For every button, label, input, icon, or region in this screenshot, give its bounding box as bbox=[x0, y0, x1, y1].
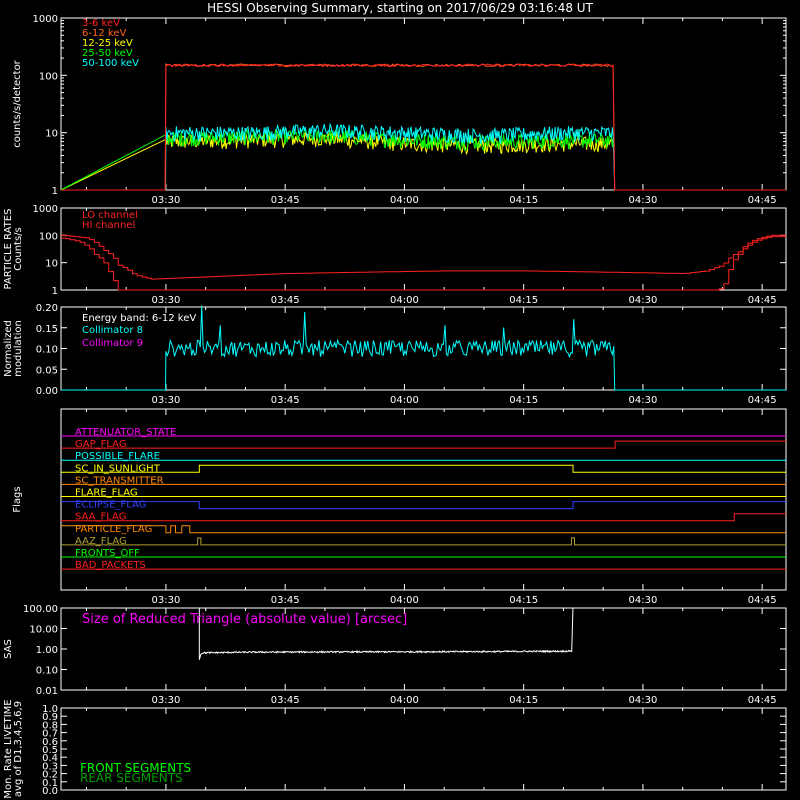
time-tick-label: 03:45 bbox=[271, 295, 300, 306]
y-tick-label: 0.10 bbox=[36, 345, 58, 356]
y-tick-label: 100.00 bbox=[23, 604, 58, 615]
time-tick-label: 03:30 bbox=[152, 595, 181, 606]
y-axis-label-units: avg of D1,3,4,5,6,9 bbox=[13, 701, 24, 797]
time-tick-label: 04:45 bbox=[748, 295, 777, 306]
time-tick-label: 04:45 bbox=[748, 595, 777, 606]
time-tick-label: 04:30 bbox=[628, 395, 657, 406]
legend-entry: Collimator 9 bbox=[82, 338, 143, 349]
y-axis-label: Flags bbox=[12, 486, 23, 512]
chart-title: HESSI Observing Summary, starting on 201… bbox=[207, 1, 593, 15]
flag-label: SAA_FLAG bbox=[75, 512, 126, 523]
y-axis-label: counts/s/detector bbox=[12, 59, 23, 147]
y-tick-label: 10 bbox=[45, 129, 58, 140]
y-tick-label: 0.20 bbox=[36, 303, 58, 314]
time-tick-label: 03:45 bbox=[271, 395, 300, 406]
time-tick-label: 03:30 bbox=[152, 695, 181, 706]
time-tick-label: 04:00 bbox=[390, 695, 419, 706]
time-tick-label: 03:45 bbox=[271, 195, 300, 206]
flag-label: PARTICLE_FLAG bbox=[75, 524, 152, 535]
time-tick-label: 04:30 bbox=[628, 595, 657, 606]
flag-label: FLARE_FLAG bbox=[75, 488, 138, 499]
time-tick-label: 04:15 bbox=[509, 695, 538, 706]
y-tick-label: 100 bbox=[39, 71, 58, 82]
y-axis-label-units: Counts/s bbox=[13, 227, 24, 271]
flag-label: SC_TRANSMITTER bbox=[75, 475, 164, 486]
flag-label: AAZ_FLAG bbox=[75, 536, 127, 547]
y-tick-label: 1.0 bbox=[42, 704, 58, 715]
flag-label: SC_IN_SUNLIGHT bbox=[75, 463, 161, 474]
time-tick-label: 03:30 bbox=[152, 295, 181, 306]
time-tick-label: 04:15 bbox=[509, 595, 538, 606]
time-tick-label: 04:00 bbox=[390, 195, 419, 206]
flag-label: GAP_FLAG bbox=[75, 439, 127, 450]
y-tick-label: 10 bbox=[45, 259, 58, 270]
y-tick-label: 1 bbox=[52, 186, 58, 197]
time-tick-label: 04:15 bbox=[509, 395, 538, 406]
time-tick-label: 03:30 bbox=[152, 195, 181, 206]
y-tick-label: 0.00 bbox=[36, 386, 58, 397]
time-tick-label: 04:00 bbox=[390, 395, 419, 406]
flag-label: ECLIPSE_FLAG bbox=[75, 500, 146, 511]
time-tick-label: 04:45 bbox=[748, 395, 777, 406]
flag-label: BAD_PACKETS bbox=[75, 560, 146, 571]
time-tick-label: 04:00 bbox=[390, 295, 419, 306]
time-tick-label: 03:45 bbox=[271, 595, 300, 606]
y-axis-label-units: modulation bbox=[13, 320, 24, 377]
y-tick-label: 1000 bbox=[33, 204, 58, 215]
time-tick-label: 04:45 bbox=[748, 695, 777, 706]
y-tick-label: 0.01 bbox=[36, 686, 58, 697]
y-axis-label: SAS bbox=[3, 639, 14, 659]
hessi-summary-chart: HESSI Observing Summary, starting on 201… bbox=[0, 0, 800, 800]
legend-entry: HI channel bbox=[82, 220, 135, 231]
legend-entry: 50-100 keV bbox=[82, 58, 139, 69]
y-tick-label: 1000 bbox=[33, 14, 58, 25]
time-tick-label: 04:15 bbox=[509, 195, 538, 206]
time-tick-label: 04:30 bbox=[628, 295, 657, 306]
time-tick-label: 03:45 bbox=[271, 695, 300, 706]
y-tick-label: 0.05 bbox=[36, 365, 58, 376]
flag-label: FRONTS_OFF bbox=[75, 548, 140, 559]
time-tick-label: 04:30 bbox=[628, 695, 657, 706]
time-tick-label: 04:45 bbox=[748, 195, 777, 206]
legend-entry: REAR SEGMENTS bbox=[80, 771, 183, 785]
y-tick-label: 10.00 bbox=[29, 625, 58, 636]
panel-annotation: Size of Reduced Triangle (absolute value… bbox=[82, 612, 407, 627]
y-tick-label: 1 bbox=[52, 286, 58, 297]
panel-annotation: Energy band: 6-12 keV bbox=[82, 313, 196, 324]
flag-label: POSSIBLE_FLARE bbox=[75, 451, 160, 462]
time-tick-label: 04:00 bbox=[390, 595, 419, 606]
time-tick-label: 04:15 bbox=[509, 295, 538, 306]
flag-label: ATTENUATOR_STATE bbox=[75, 427, 176, 438]
time-tick-label: 03:30 bbox=[152, 395, 181, 406]
y-tick-label: 0.15 bbox=[36, 324, 58, 335]
y-tick-label: 1.00 bbox=[36, 645, 58, 656]
time-tick-label: 04:30 bbox=[628, 195, 657, 206]
legend-entry: Collimator 8 bbox=[82, 325, 143, 336]
y-tick-label: 100 bbox=[39, 231, 58, 242]
y-tick-label: 0.10 bbox=[36, 666, 58, 677]
